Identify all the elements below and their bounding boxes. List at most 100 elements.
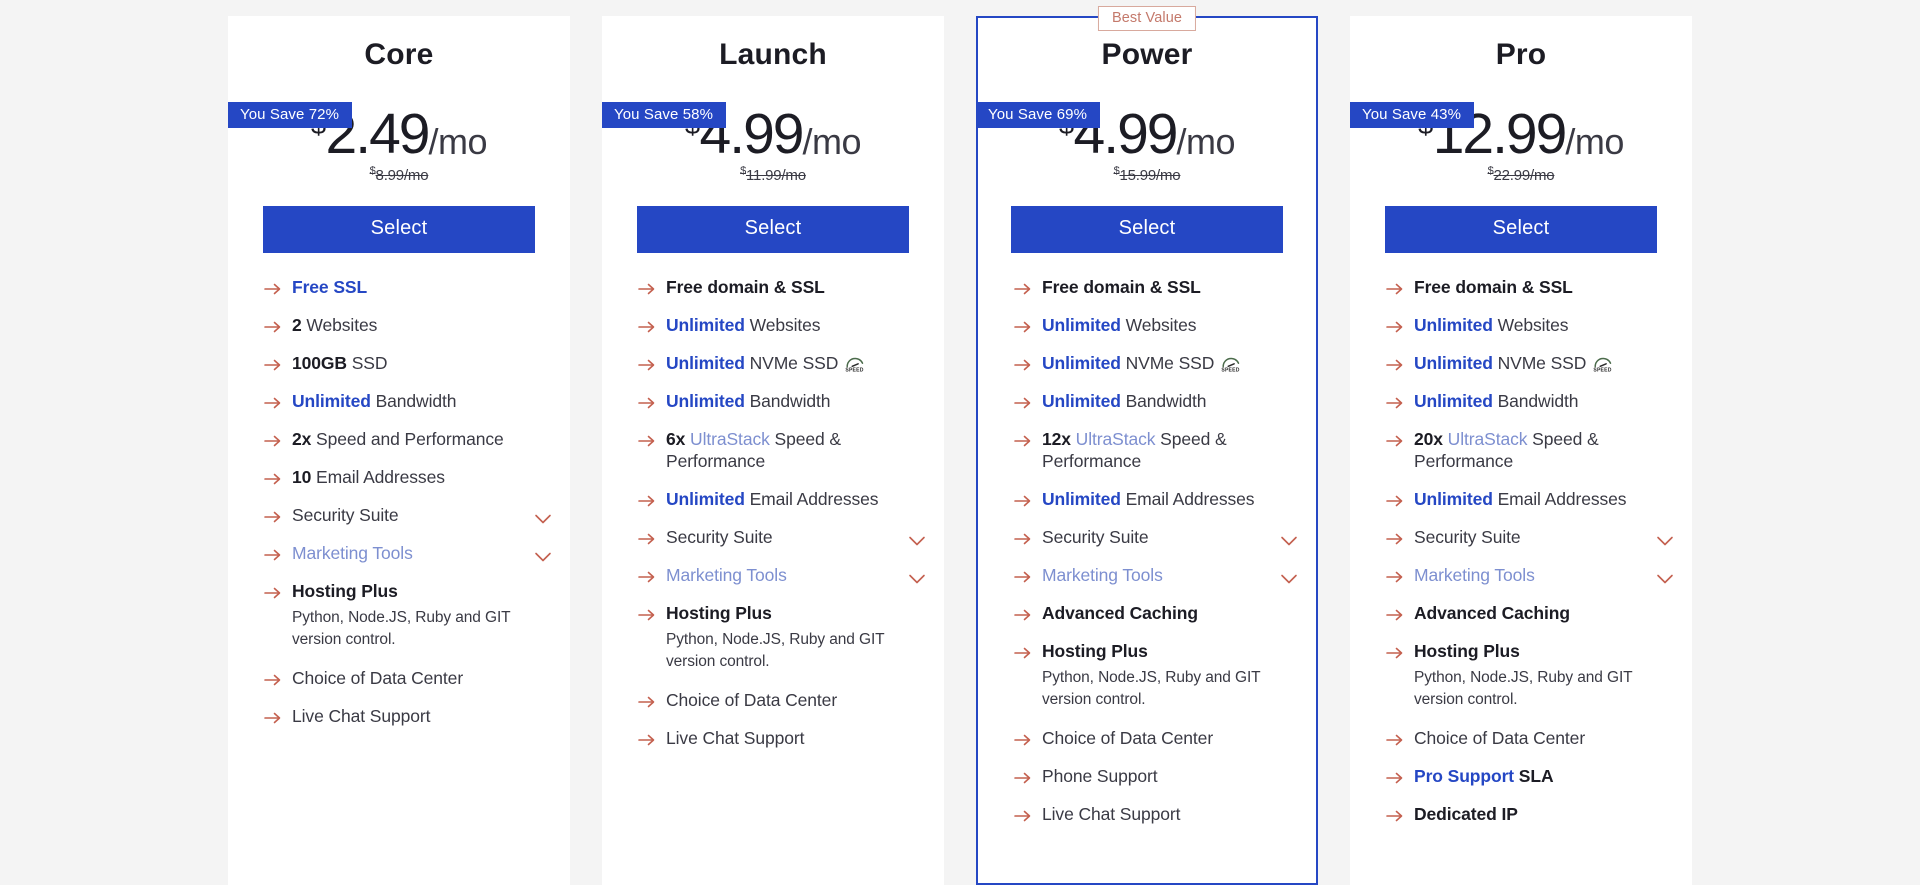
- arrow-right-icon: [263, 355, 283, 375]
- feature-item: Unlimited Websites: [1013, 315, 1298, 337]
- pricing-card-launch: LaunchYou Save 58%$4.99/mo$11.99/moSelec…: [602, 16, 944, 885]
- feature-label: Unlimited Websites: [1042, 315, 1298, 337]
- arrow-right-icon: [1013, 567, 1033, 587]
- feature-text-segment: Unlimited: [1042, 353, 1121, 373]
- arrow-right-icon: [1013, 491, 1033, 511]
- arrow-right-icon: [637, 491, 657, 511]
- feature-subtext: Python, Node.JS, Ruby and GIT version co…: [1414, 668, 1633, 709]
- feature-item: Free domain & SSL: [1385, 277, 1674, 299]
- chevron-down-icon[interactable]: [908, 569, 926, 584]
- feature-label: Dedicated IP: [1414, 804, 1674, 826]
- feature-label: 2 Websites: [292, 315, 552, 337]
- feature-text-segment: Email Addresses: [311, 467, 445, 487]
- feature-label: Hosting Plus Python, Node.JS, Ruby and GI…: [292, 581, 552, 652]
- chevron-down-icon[interactable]: [1280, 569, 1298, 584]
- feature-item: Hosting Plus Python, Node.JS, Ruby and GI…: [1385, 641, 1674, 712]
- feature-text-segment: Marketing Tools: [666, 564, 787, 585]
- chevron-down-icon[interactable]: [1656, 569, 1674, 584]
- feature-item[interactable]: Marketing Tools: [1385, 565, 1674, 587]
- feature-text-segment: Email Addresses: [744, 488, 879, 509]
- chevron-down-icon[interactable]: [1280, 531, 1298, 546]
- chevron-down-icon[interactable]: [534, 547, 552, 562]
- feature-text-segment: Unlimited: [292, 391, 371, 411]
- arrow-right-icon: [263, 469, 283, 489]
- arrow-right-icon: [263, 708, 283, 728]
- feature-text-segment: Security Suite: [292, 505, 399, 525]
- feature-item: Unlimited NVMe SSD SPEED: [637, 353, 926, 375]
- select-button[interactable]: Select: [263, 206, 535, 253]
- feature-item[interactable]: Security Suite: [1385, 527, 1674, 549]
- feature-text-segment: Unlimited: [666, 391, 745, 411]
- feature-item[interactable]: Security Suite: [637, 527, 926, 549]
- arrow-right-icon: [1385, 768, 1405, 788]
- arrow-right-icon: [1385, 431, 1405, 451]
- feature-item: 2x Speed and Performance: [263, 429, 552, 451]
- arrow-right-icon: [263, 317, 283, 337]
- feature-text-segment: Marketing Tools: [292, 543, 413, 563]
- select-button[interactable]: Select: [1011, 206, 1283, 253]
- feature-text-segment: Live Chat Support: [292, 705, 431, 726]
- feature-label: Live Chat Support: [666, 728, 926, 750]
- feature-item: Advanced Caching: [1385, 603, 1674, 625]
- feature-text-segment: 2: [292, 315, 302, 335]
- feature-text-segment: Bandwidth: [370, 391, 457, 411]
- feature-label: Choice of Data Center: [1042, 728, 1298, 750]
- feature-text-segment: Unlimited: [666, 353, 745, 373]
- best-value-badge: Best Value: [1097, 6, 1197, 31]
- feature-label: Choice of Data Center: [666, 690, 926, 712]
- price-period: /mo: [1176, 121, 1235, 162]
- feature-item: Pro Support SLA: [1385, 766, 1674, 788]
- feature-text-segment: Unlimited: [666, 488, 745, 509]
- arrow-right-icon: [1013, 529, 1033, 549]
- feature-text-segment: SLA: [1514, 765, 1554, 786]
- feature-label: Unlimited Email Addresses: [1414, 489, 1674, 511]
- feature-item: Unlimited Bandwidth: [263, 391, 552, 413]
- feature-text-segment: Websites: [301, 315, 378, 335]
- arrow-right-icon: [1013, 643, 1033, 663]
- feature-label: Security Suite: [666, 527, 908, 549]
- feature-item[interactable]: Security Suite: [1013, 527, 1298, 549]
- chevron-down-icon[interactable]: [534, 509, 552, 524]
- speed-gauge-icon: SPEED: [1220, 355, 1242, 374]
- select-button[interactable]: Select: [637, 206, 909, 253]
- feature-label: 12x UltraStack Speed & Performance: [1042, 429, 1298, 473]
- feature-text-segment: Advanced Caching: [1414, 602, 1570, 623]
- arrow-right-icon: [637, 692, 657, 712]
- feature-label: Unlimited NVMe SSD SPEED: [666, 353, 926, 375]
- feature-text-segment: Websites: [1120, 315, 1197, 335]
- feature-label: Hosting Plus Python, Node.JS, Ruby and GI…: [1414, 641, 1674, 712]
- feature-text-segment: 100GB: [292, 353, 347, 373]
- feature-label: Unlimited Bandwidth: [1042, 391, 1298, 413]
- feature-subtext: Python, Node.JS, Ruby and GIT version co…: [666, 630, 885, 671]
- feature-item[interactable]: Marketing Tools: [1013, 565, 1298, 587]
- feature-label: Unlimited NVMe SSD SPEED: [1414, 353, 1674, 375]
- feature-item: Unlimited NVMe SSD SPEED: [1013, 353, 1298, 375]
- feature-label: Phone Support: [1042, 766, 1298, 788]
- feature-text-segment: Unlimited: [1414, 353, 1493, 373]
- arrow-right-icon: [1385, 643, 1405, 663]
- arrow-right-icon: [637, 730, 657, 750]
- old-price-value: 15.99/mo: [1119, 167, 1181, 184]
- feature-label: Security Suite: [1414, 527, 1656, 549]
- feature-label: Free domain & SSL: [1414, 277, 1674, 299]
- feature-item[interactable]: Security Suite: [263, 505, 552, 527]
- chevron-down-icon[interactable]: [1656, 531, 1674, 546]
- feature-item[interactable]: Marketing Tools: [637, 565, 926, 587]
- arrow-right-icon: [637, 355, 657, 375]
- arrow-right-icon: [1385, 605, 1405, 625]
- feature-label: Unlimited NVMe SSD SPEED: [1042, 353, 1298, 375]
- feature-item: Free domain & SSL: [637, 277, 926, 299]
- select-button[interactable]: Select: [1385, 206, 1657, 253]
- feature-text-segment: Unlimited: [1414, 315, 1493, 335]
- feature-item: Live Chat Support: [263, 706, 552, 728]
- feature-label: Choice of Data Center: [292, 668, 552, 690]
- feature-text-segment: UltraStack: [690, 429, 770, 449]
- feature-item[interactable]: Marketing Tools: [263, 543, 552, 565]
- feature-item: Hosting Plus Python, Node.JS, Ruby and GI…: [1013, 641, 1298, 712]
- pricing-card-pro: ProYou Save 43%$12.99/mo$22.99/moSelectF…: [1350, 16, 1692, 885]
- arrow-right-icon: [263, 670, 283, 690]
- feature-label: Unlimited Bandwidth: [1414, 391, 1674, 413]
- feature-text-segment: Hosting Plus: [292, 581, 398, 601]
- chevron-down-icon[interactable]: [908, 531, 926, 546]
- feature-item: Advanced Caching: [1013, 603, 1298, 625]
